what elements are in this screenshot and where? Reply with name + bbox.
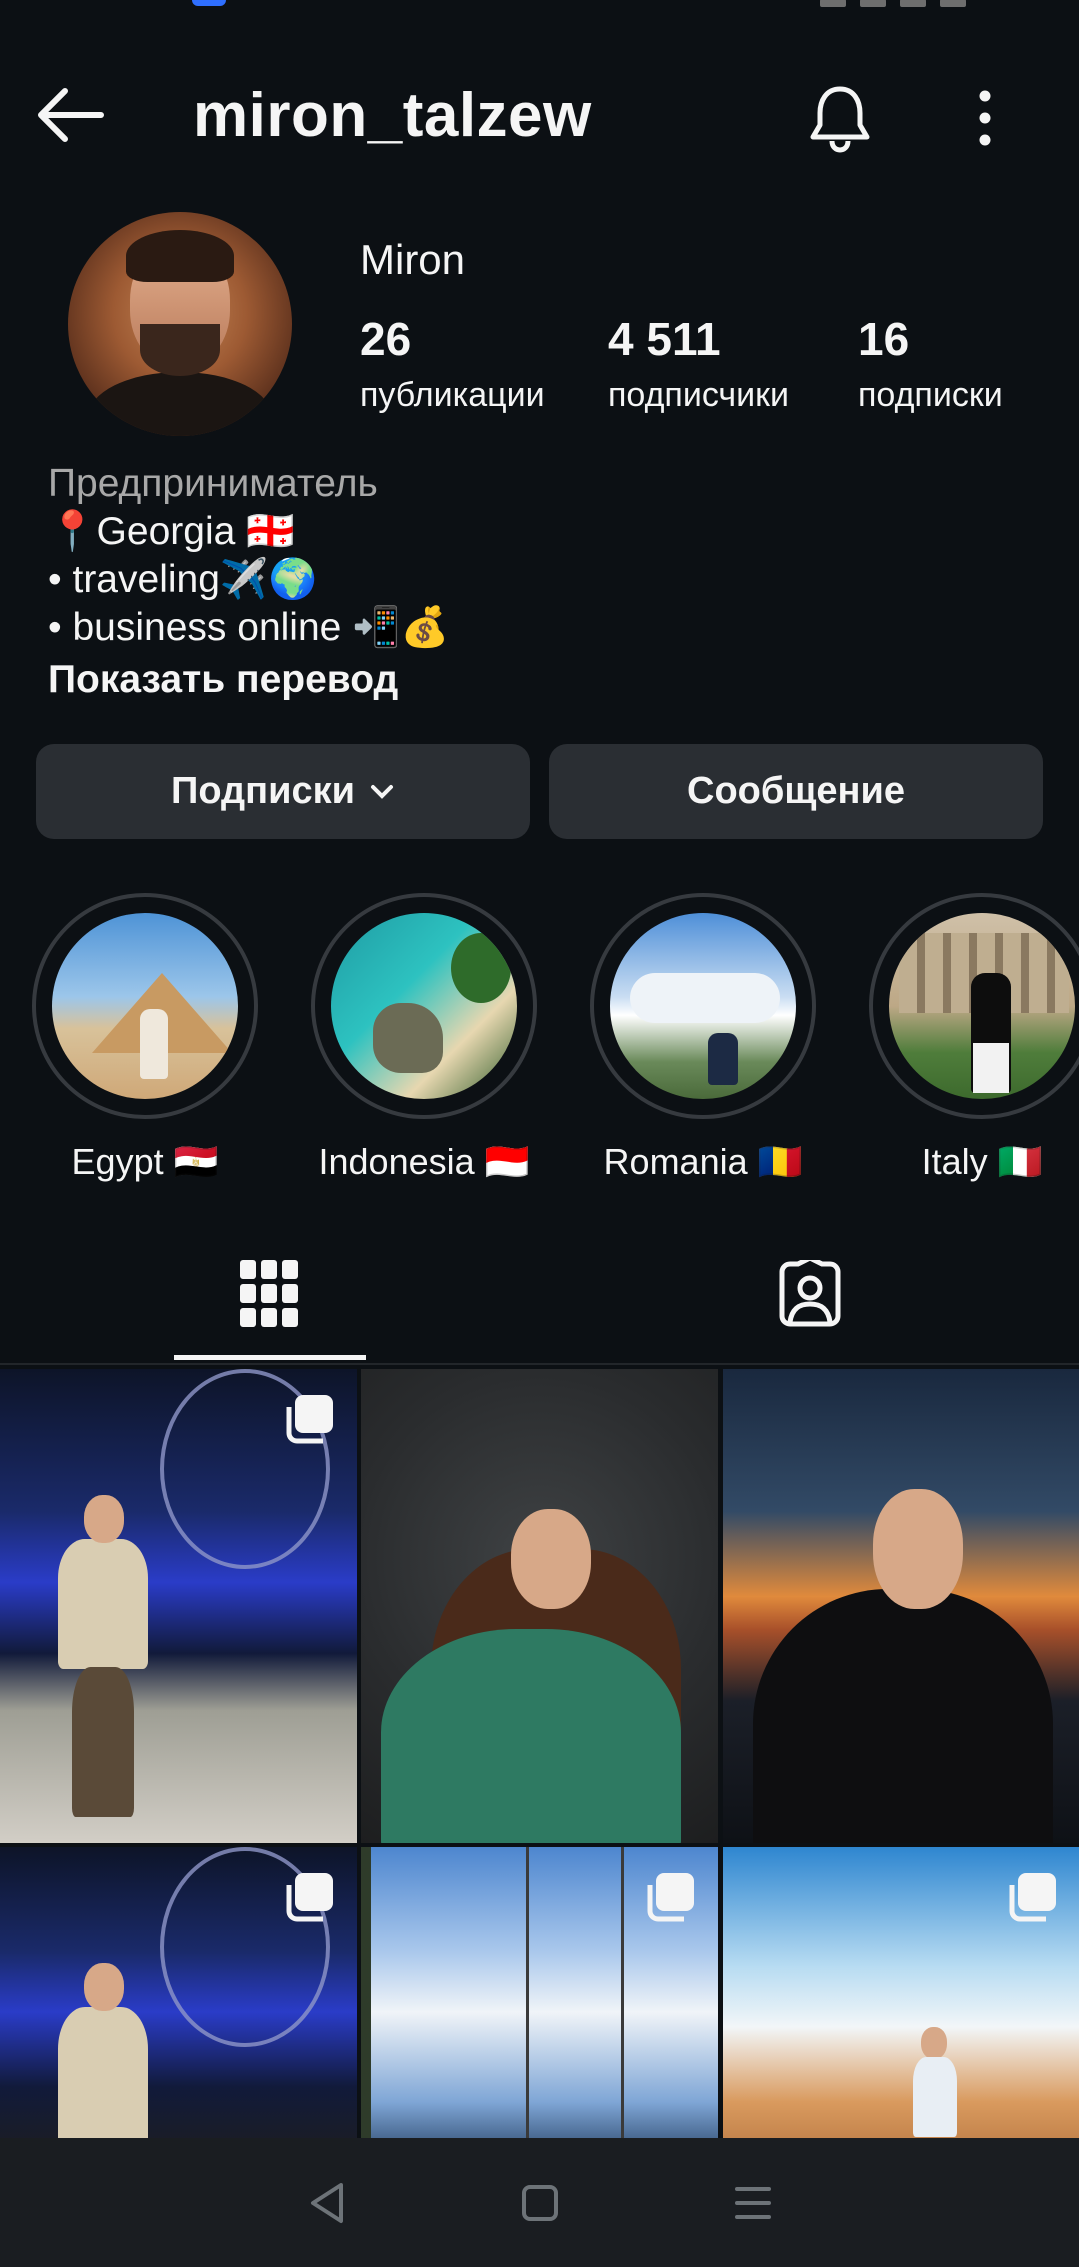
bio-line: • business online 📲💰 (48, 606, 450, 649)
system-recents-button[interactable] (708, 2158, 798, 2248)
home-square-icon (521, 2184, 558, 2221)
post-thumbnail[interactable] (0, 1369, 357, 1843)
tab-tagged[interactable] (715, 1225, 905, 1363)
highlight-label: Italy 🇮🇹 (921, 1141, 1043, 1182)
system-home-button[interactable] (495, 2158, 585, 2248)
profile-username: miron_talzew (193, 81, 592, 150)
chevron-down-icon (369, 783, 395, 801)
back-button[interactable] (30, 85, 110, 145)
multiple-photos-icon (285, 1871, 337, 1928)
arrow-left-icon (38, 88, 104, 142)
followers-count[interactable]: 4 511 подписчики (608, 312, 789, 415)
stat-label: подписки (858, 376, 1003, 414)
highlight-label: Romania 🇷🇴 (603, 1141, 803, 1182)
post-thumbnail[interactable] (723, 1847, 1079, 2147)
highlight-ring (869, 893, 1079, 1119)
highlight-label: Egypt 🇪🇬 (71, 1141, 219, 1182)
message-button[interactable]: Сообщение (549, 744, 1043, 839)
stat-value: 4 511 (608, 313, 721, 365)
highlight-ring (32, 893, 258, 1119)
more-options-button[interactable] (955, 78, 1015, 158)
stat-value: 26 (360, 313, 412, 365)
more-vertical-icon (979, 90, 991, 146)
bell-icon (810, 86, 870, 153)
signal-icons (820, 0, 1010, 7)
bio-category: Предприниматель (48, 462, 378, 505)
active-tab-indicator (174, 1355, 366, 1360)
profile-header: miron_talzew (0, 60, 1079, 170)
profile-avatar[interactable] (68, 212, 292, 436)
show-translation-link[interactable]: Показать перевод (48, 656, 1008, 704)
back-triangle-icon (310, 2182, 343, 2223)
bio-line: 📍Georgia 🇬🇪 (48, 510, 295, 553)
multiple-photos-icon (646, 1871, 698, 1928)
following-button[interactable]: Подписки (36, 744, 530, 839)
highlight-cover (52, 913, 238, 1099)
profile-tabs (0, 1225, 1079, 1365)
following-button-label: Подписки (171, 770, 355, 812)
tagged-user-icon (779, 1260, 841, 1327)
following-count[interactable]: 16 подписки (858, 312, 1003, 415)
highlight-ring (311, 893, 537, 1119)
display-name: Miron (360, 236, 466, 283)
post-thumbnail[interactable] (723, 1369, 1079, 1843)
bio-line: • traveling✈️🌍 (48, 558, 318, 601)
tab-posts[interactable] (174, 1225, 364, 1363)
profile-bio: Предприниматель 📍Georgia 🇬🇪 • traveling✈… (48, 460, 1008, 704)
menu-lines-icon (734, 2186, 771, 2219)
status-indicator (192, 0, 226, 6)
grid-icon (240, 1260, 298, 1327)
message-button-label: Сообщение (687, 770, 905, 812)
post-thumbnail[interactable] (361, 1369, 718, 1843)
multiple-photos-icon (1008, 1871, 1060, 1928)
highlight-romania[interactable]: Romania 🇷🇴 (590, 893, 816, 1183)
post-thumbnail[interactable] (0, 1847, 357, 2147)
stat-label: публикации (360, 376, 545, 414)
highlight-indonesia[interactable]: Indonesia 🇮🇩 (311, 893, 537, 1183)
highlight-label: Indonesia 🇮🇩 (318, 1141, 530, 1182)
highlight-ring (590, 893, 816, 1119)
system-back-button[interactable] (282, 2158, 372, 2248)
highlight-egypt[interactable]: Egypt 🇪🇬 (32, 893, 258, 1183)
stat-value: 16 (858, 313, 910, 365)
highlight-cover (331, 913, 517, 1099)
highlight-cover (889, 913, 1075, 1099)
highlight-italy[interactable]: Italy 🇮🇹 (869, 893, 1079, 1183)
post-thumbnail[interactable] (361, 1847, 718, 2147)
multiple-photos-icon (285, 1393, 337, 1450)
highlight-cover (610, 913, 796, 1099)
stat-label: подписчики (608, 376, 790, 414)
posts-count[interactable]: 26 публикации (360, 312, 545, 415)
status-bar (0, 0, 1079, 14)
notifications-button[interactable] (800, 78, 880, 158)
system-nav-bar (0, 2138, 1079, 2267)
